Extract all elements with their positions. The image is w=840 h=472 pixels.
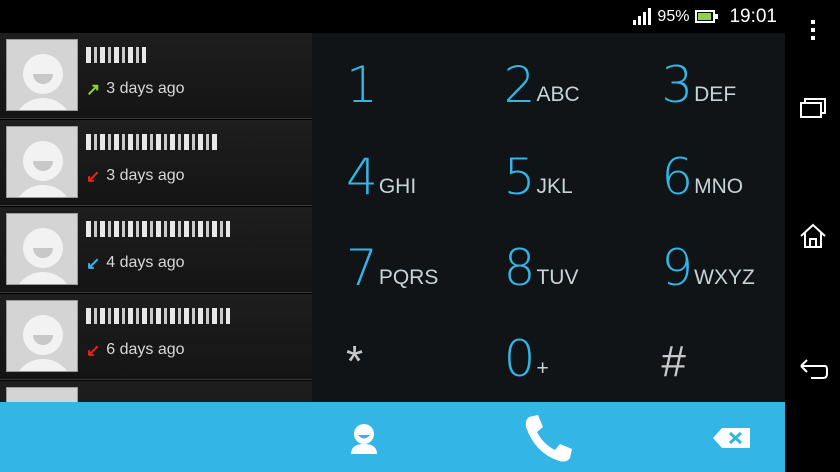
call-time: 6 days ago <box>106 341 185 358</box>
key-digit: 5 <box>503 147 536 206</box>
incoming-call-icon: ↙ <box>86 253 101 273</box>
key-hash[interactable]: # <box>627 311 785 402</box>
backspace-icon <box>713 428 750 448</box>
call-log-item-partial[interactable] <box>0 381 312 402</box>
call-log-item[interactable]: ↙ 6 days ago <box>0 294 312 380</box>
call-log-item[interactable]: ↙ 4 days ago <box>0 207 312 293</box>
call-info: ↙ 3 days ago <box>86 167 185 185</box>
contact-name-redacted <box>86 221 230 237</box>
phone-icon <box>525 415 572 462</box>
key-3[interactable]: 3 DEF <box>627 37 785 128</box>
call-time: 3 days ago <box>106 167 185 184</box>
recent-apps-icon <box>799 98 826 118</box>
system-nav-bar <box>785 0 840 472</box>
key-letters: JKL <box>536 174 573 198</box>
recent-apps-button[interactable] <box>785 78 840 138</box>
avatar[interactable] <box>6 39 78 111</box>
key-letters: + <box>536 357 549 380</box>
menu-button[interactable] <box>785 0 840 60</box>
battery-charging-icon <box>695 10 719 23</box>
key-0[interactable]: 0 + <box>470 311 628 402</box>
key-letters: PQRS <box>378 265 439 289</box>
call-button[interactable] <box>518 408 580 468</box>
key-digit: 7 <box>346 238 378 297</box>
contact-name-redacted <box>86 308 230 324</box>
clock: 19:01 <box>729 5 777 27</box>
contacts-button[interactable] <box>340 414 388 462</box>
outgoing-call-icon: ↗ <box>86 79 101 99</box>
avatar[interactable] <box>6 213 78 285</box>
call-info: ↙ 4 days ago <box>86 254 185 272</box>
call-log-item[interactable]: ↙ 3 days ago <box>0 120 312 206</box>
key-5[interactable]: 5 JKL <box>470 128 628 219</box>
key-7[interactable]: 7 PQRS <box>312 220 470 311</box>
contacts-icon <box>351 424 377 454</box>
key-digit: 3 <box>661 56 694 115</box>
key-digit: 9 <box>661 238 694 297</box>
call-info: ↗ 3 days ago <box>86 80 185 98</box>
call-log-list[interactable]: ↗ 3 days ago ↙ 3 days ago ↙ 4 days ago ↙… <box>0 33 312 402</box>
avatar[interactable] <box>6 126 78 198</box>
key-digit: * <box>346 337 364 386</box>
dialpad: 1 2 ABC 3 DEF 4 GHI 5 JKL 6 MNO 7 PQRS 8 TUV 9W… <box>312 33 785 402</box>
key-1[interactable]: 1 <box>312 37 470 128</box>
home-icon <box>799 223 826 248</box>
key-digit: # <box>661 337 686 386</box>
action-bar <box>0 402 785 472</box>
key-6[interactable]: 6 MNO <box>627 128 785 219</box>
key-2[interactable]: 2 ABC <box>470 37 628 128</box>
signal-strength-icon <box>633 8 652 25</box>
missed-call-icon: ↙ <box>86 340 101 360</box>
battery-percentage: 95% <box>657 7 690 25</box>
key-letters: TUV <box>536 265 579 289</box>
avatar[interactable] <box>6 387 78 402</box>
key-9[interactable]: 9 WXYZ <box>627 220 785 311</box>
key-letters: GHI <box>378 174 417 198</box>
missed-call-icon: ↙ <box>86 166 101 186</box>
key-digit: 8 <box>503 238 536 297</box>
contact-name-redacted <box>86 134 218 150</box>
key-digit: 2 <box>503 56 536 115</box>
key-8[interactable]: 8 TUV <box>470 220 628 311</box>
key-digit: 1 <box>346 56 378 115</box>
call-time: 3 days ago <box>106 80 185 97</box>
key-digit: 4 <box>346 147 378 206</box>
key-digit: 0 <box>503 330 536 388</box>
contact-name-redacted <box>86 47 146 63</box>
home-button[interactable] <box>785 206 840 266</box>
menu-icon <box>810 20 815 40</box>
key-digit: 6 <box>661 147 694 206</box>
call-time: 4 days ago <box>106 254 185 271</box>
key-letters: MNO <box>694 174 744 198</box>
key-letters: WXYZ <box>694 265 755 289</box>
key-star[interactable]: * <box>312 311 470 402</box>
key-letters: DEF <box>694 83 737 107</box>
avatar[interactable] <box>6 300 78 372</box>
back-button[interactable] <box>785 338 840 398</box>
backspace-button[interactable] <box>708 418 756 458</box>
call-info: ↙ 6 days ago <box>86 341 185 359</box>
call-log-item[interactable]: ↗ 3 days ago <box>0 33 312 119</box>
back-icon <box>799 359 828 379</box>
key-4[interactable]: 4 GHI <box>312 128 470 219</box>
key-letters: ABC <box>536 83 580 107</box>
status-bar: 95% 19:01 <box>0 0 785 33</box>
status-icons: 95% 19:01 <box>633 0 777 33</box>
